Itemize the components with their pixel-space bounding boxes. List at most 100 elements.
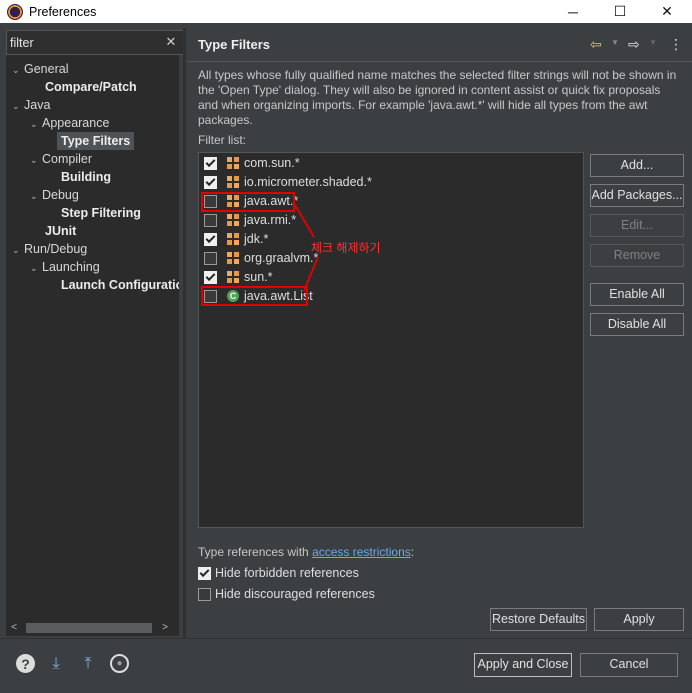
edit-button[interactable]: Edit... xyxy=(590,214,684,237)
cancel-button[interactable]: Cancel xyxy=(580,653,678,677)
tree-item-general[interactable]: ⌄ General xyxy=(12,60,68,78)
tree-item-step-filtering[interactable]: Step Filtering xyxy=(61,204,141,222)
filter-search-box: ✕ xyxy=(6,30,185,55)
filter-row[interactable]: io.micrometer.shaded.* xyxy=(204,173,372,191)
filter-label: io.micrometer.shaded.* xyxy=(244,175,372,189)
package-icon xyxy=(227,252,239,264)
maximize-button[interactable]: ☐ xyxy=(597,0,643,23)
hide-forbidden-option[interactable]: Hide forbidden references xyxy=(198,566,359,580)
package-icon xyxy=(227,176,239,188)
tree-item-launch-configurations[interactable]: Launch Configuratio xyxy=(61,276,179,294)
package-icon xyxy=(227,157,239,169)
filter-row[interactable]: sun.* xyxy=(204,268,273,286)
filter-checkbox[interactable] xyxy=(204,213,217,227)
forward-dropdown-icon[interactable]: ▼ xyxy=(649,38,657,54)
tree-item-appearance[interactable]: ⌄ Appearance xyxy=(30,114,109,132)
chevron-down-icon[interactable]: ⌄ xyxy=(30,259,42,277)
record-icon[interactable]: ● xyxy=(110,654,129,673)
filter-row[interactable]: java.rmi.* xyxy=(204,211,296,229)
chevron-down-icon[interactable]: ⌄ xyxy=(30,115,42,133)
back-dropdown-icon[interactable]: ▼ xyxy=(611,38,619,54)
filter-label: sun.* xyxy=(244,270,273,284)
help-icon[interactable]: ? xyxy=(16,654,35,673)
page-description: All types whose fully qualified name mat… xyxy=(198,68,677,127)
preference-tree: ⌄ General Compare/Patch ⌄ Java ⌄ Appearance… xyxy=(6,60,179,650)
scrollbar-thumb[interactable] xyxy=(26,623,152,633)
tree-item-label: Run/Debug xyxy=(24,242,88,256)
filter-checkbox[interactable] xyxy=(204,232,217,246)
tree-item-label: Appearance xyxy=(42,116,110,130)
tree-item-junit[interactable]: JUnit xyxy=(45,222,76,240)
eclipse-logo-icon xyxy=(7,3,23,20)
tree-item-java[interactable]: ⌄ Java xyxy=(12,96,50,114)
annotation-text: 체크 해제하기 xyxy=(311,241,381,255)
restrictions-suffix: : xyxy=(410,545,415,559)
hide-forbidden-checkbox[interactable] xyxy=(198,566,211,580)
access-restrictions-link[interactable]: access restrictions xyxy=(312,545,411,559)
remove-button[interactable]: Remove xyxy=(590,244,684,267)
back-arrow-icon[interactable]: ⇦ xyxy=(590,36,602,52)
add-button[interactable]: Add... xyxy=(590,154,684,177)
panel-divider[interactable] xyxy=(183,28,186,638)
chevron-down-icon[interactable]: ⌄ xyxy=(30,151,42,169)
preference-navigation-panel: ✕ ⌄General Compare/Patch ⌄Java ⌄Appearan… xyxy=(6,30,185,636)
tree-item-label: General xyxy=(24,62,69,76)
enable-all-button[interactable]: Enable All xyxy=(590,283,684,306)
annotation-line-top xyxy=(294,204,315,238)
chevron-down-icon[interactable]: ⌄ xyxy=(12,97,24,115)
tree-item-compiler[interactable]: ⌄ Compiler xyxy=(30,150,92,168)
filter-row[interactable]: jdk.* xyxy=(204,230,268,248)
apply-button[interactable]: Apply xyxy=(594,608,684,631)
apply-and-close-button[interactable]: Apply and Close xyxy=(474,653,572,677)
annotation-box-java-awt xyxy=(201,192,295,212)
restrictions-prefix: Type references with xyxy=(198,545,313,559)
tree-item-launching[interactable]: ⌄ Launching xyxy=(30,258,100,276)
disable-all-button[interactable]: Disable All xyxy=(590,313,684,336)
hide-discouraged-option[interactable]: Hide discouraged references xyxy=(198,587,375,601)
chevron-down-icon[interactable]: ⌄ xyxy=(30,187,42,205)
filter-label: com.sun.* xyxy=(244,156,300,170)
view-menu-icon[interactable]: ⋮ xyxy=(669,36,683,52)
tree-item-label: Launching xyxy=(42,260,100,274)
close-window-button[interactable]: ✕ xyxy=(644,0,690,23)
package-icon xyxy=(227,271,239,283)
filter-checkbox[interactable] xyxy=(204,251,217,265)
tree-item-debug[interactable]: ⌄ Debug xyxy=(30,186,79,204)
tree-horizontal-scrollbar[interactable]: < > xyxy=(6,620,173,636)
filter-label: java.rmi.* xyxy=(244,213,297,227)
access-restrictions-label: Type references with access restrictions… xyxy=(198,545,414,559)
package-icon xyxy=(227,214,239,226)
forward-arrow-icon[interactable]: ⇨ xyxy=(628,36,640,52)
import-icon[interactable]: ⤓ xyxy=(46,654,66,674)
scroll-right-icon[interactable]: > xyxy=(157,620,173,636)
filter-label: jdk.* xyxy=(244,232,269,246)
tree-item-run-debug[interactable]: ⌄ Run/Debug xyxy=(12,240,87,258)
window-title: Preferences xyxy=(29,4,97,19)
filter-checkbox[interactable] xyxy=(204,156,217,170)
title-bar: Preferences ─ ☐ ✕ xyxy=(0,0,692,23)
filter-search-input[interactable] xyxy=(10,34,160,52)
page-title: Type Filters xyxy=(198,37,271,52)
tree-item-building[interactable]: Building xyxy=(61,168,111,186)
tree-item-label: Java xyxy=(24,98,51,112)
tree-item-label: Compiler xyxy=(42,152,93,166)
filter-checkbox[interactable] xyxy=(204,270,217,284)
filter-checkbox[interactable] xyxy=(204,175,217,189)
hide-discouraged-checkbox[interactable] xyxy=(198,587,211,601)
annotation-line-bottom xyxy=(303,256,319,292)
hide-discouraged-label: Hide discouraged references xyxy=(215,587,375,601)
restore-defaults-button[interactable]: Restore Defaults xyxy=(490,608,587,631)
package-icon xyxy=(227,233,239,245)
minimize-button[interactable]: ─ xyxy=(550,0,596,23)
scroll-left-icon[interactable]: < xyxy=(6,620,22,636)
export-icon[interactable]: ⤒ xyxy=(78,654,98,674)
filter-row[interactable]: com.sun.* xyxy=(204,154,300,172)
add-packages-button[interactable]: Add Packages... xyxy=(590,184,684,207)
chevron-down-icon[interactable]: ⌄ xyxy=(12,241,24,259)
tree-item-type-filters[interactable]: Type Filters xyxy=(57,132,135,150)
tree-item-compare-patch[interactable]: Compare/Patch xyxy=(45,78,137,96)
clear-search-icon[interactable]: ✕ xyxy=(164,34,178,50)
hide-forbidden-label: Hide forbidden references xyxy=(215,566,359,580)
chevron-down-icon[interactable]: ⌄ xyxy=(12,61,24,79)
bottom-separator xyxy=(0,638,692,639)
